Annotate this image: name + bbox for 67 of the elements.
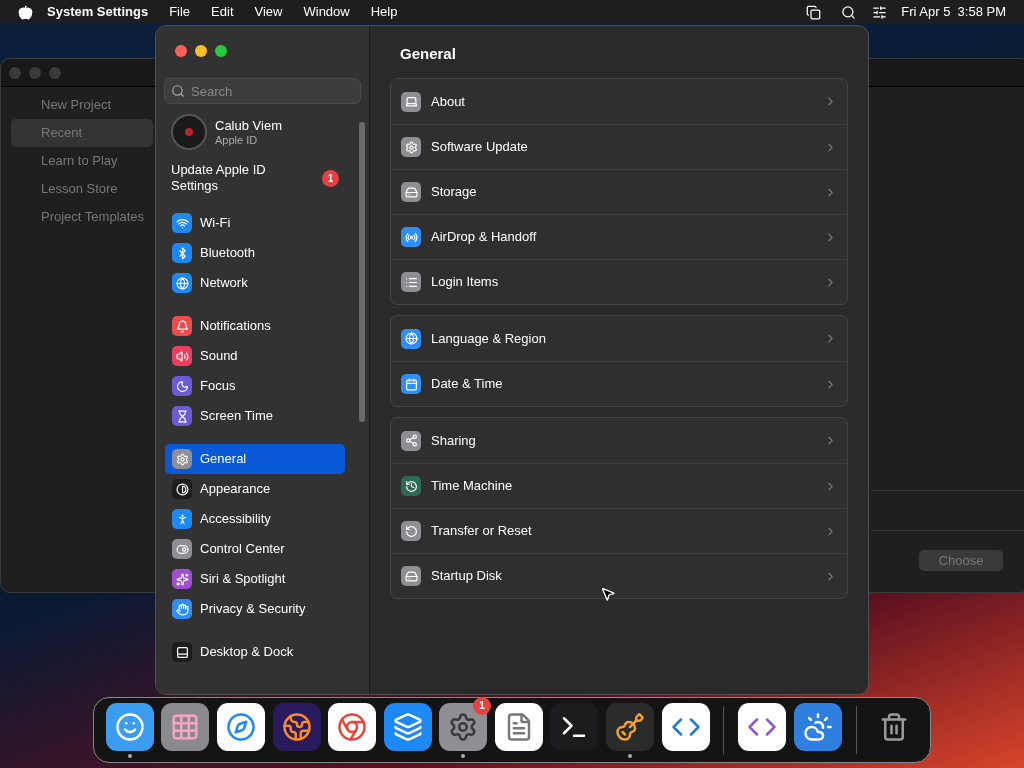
code-app-icon[interactable] bbox=[738, 702, 787, 751]
account-subtitle: Apple ID bbox=[215, 133, 259, 147]
sidebar-item[interactable]: New Project bbox=[11, 91, 153, 119]
menu-item[interactable]: Edit bbox=[211, 2, 234, 22]
zoom-button[interactable] bbox=[215, 45, 227, 57]
sidebar-item[interactable]: Screen Time bbox=[165, 401, 345, 431]
sidebar-item[interactable]: Learn to Play bbox=[11, 147, 153, 175]
settings-row[interactable]: About bbox=[391, 79, 847, 124]
settings-row[interactable]: Sharing bbox=[391, 418, 847, 463]
sidebar-item[interactable]: Sound bbox=[165, 341, 345, 371]
sidebar-item[interactable]: Focus bbox=[165, 371, 345, 401]
notification-badge: 1 bbox=[322, 169, 339, 187]
search-icon bbox=[171, 84, 185, 98]
search-icon[interactable] bbox=[841, 4, 857, 20]
face-app-icon[interactable] bbox=[105, 702, 154, 751]
browser-app-icon[interactable] bbox=[328, 702, 377, 751]
settings-row[interactable]: Software Update bbox=[391, 124, 847, 169]
sidebar-item[interactable]: Desktop & Dock bbox=[165, 637, 345, 667]
settings-row[interactable]: Time Machine bbox=[391, 463, 847, 508]
sidebar-item[interactable]: Privacy & Security bbox=[165, 594, 345, 624]
document-app-icon[interactable] bbox=[494, 702, 543, 751]
page-title: General bbox=[399, 44, 457, 64]
close-button[interactable] bbox=[175, 45, 187, 57]
sidebar-item[interactable]: Bluetooth bbox=[165, 238, 345, 268]
settings-row[interactable]: AirDrop & Handoff bbox=[391, 214, 847, 259]
settings-row[interactable]: Language & Region bbox=[391, 316, 847, 361]
grid-app-icon[interactable] bbox=[161, 702, 210, 751]
sidebar-item[interactable]: Control Center bbox=[165, 534, 345, 564]
pointer-icon bbox=[600, 586, 616, 602]
minimize-button[interactable] bbox=[195, 45, 207, 57]
weather-app-icon[interactable] bbox=[793, 702, 842, 751]
settings-app-icon[interactable] bbox=[439, 702, 488, 751]
sidebar-item[interactable]: Appearance bbox=[165, 474, 345, 504]
settings-row[interactable]: Transfer or Reset bbox=[391, 508, 847, 553]
sidebar-item[interactable]: Network bbox=[165, 268, 345, 298]
search-field[interactable]: Search bbox=[164, 78, 361, 104]
control-center-icon[interactable] bbox=[872, 4, 888, 20]
notification-badge: 1 bbox=[473, 696, 492, 715]
menu-clock[interactable]: Fri Apr 5 3:58 PM bbox=[901, 2, 1006, 22]
apple-logo-icon[interactable] bbox=[18, 4, 33, 20]
guitar-app-icon[interactable] bbox=[606, 702, 654, 751]
sidebar-item[interactable]: Accessibility bbox=[165, 504, 345, 534]
menu-item[interactable]: Window bbox=[303, 2, 350, 22]
update-notice[interactable]: Update Apple ID Settings bbox=[171, 162, 301, 194]
terminal-app-icon[interactable] bbox=[550, 702, 599, 751]
sidebar-item[interactable]: Siri & Spotlight bbox=[165, 564, 345, 594]
running-indicator bbox=[127, 753, 132, 758]
compass-app-icon[interactable] bbox=[216, 702, 265, 751]
running-indicator bbox=[628, 753, 632, 758]
sidebar-item[interactable]: General bbox=[165, 444, 345, 474]
sidebar-item[interactable]: Notifications bbox=[165, 311, 345, 341]
sidebar-item[interactable]: Wi-Fi bbox=[165, 208, 345, 238]
sidebar-item[interactable]: Lesson Store bbox=[11, 175, 153, 203]
menu-item[interactable]: File bbox=[169, 2, 191, 22]
running-indicator bbox=[461, 753, 466, 758]
settings-row[interactable]: Date & Time bbox=[391, 361, 847, 406]
menu-item[interactable]: Help bbox=[370, 2, 398, 22]
settings-row[interactable]: Login Items bbox=[391, 259, 847, 304]
settings-row[interactable]: Storage bbox=[391, 169, 847, 214]
settings-row[interactable]: Startup Disk bbox=[391, 553, 847, 598]
menu-item[interactable]: View bbox=[254, 2, 283, 22]
avatar[interactable] bbox=[171, 114, 207, 150]
app-name-menu[interactable]: System Settings bbox=[47, 2, 149, 22]
code-app-icon[interactable] bbox=[661, 702, 710, 751]
account-name[interactable]: Calub Viem bbox=[215, 117, 282, 134]
screen-mirroring-icon[interactable] bbox=[806, 4, 822, 20]
sidebar-item[interactable]: Project Templates bbox=[11, 203, 153, 231]
